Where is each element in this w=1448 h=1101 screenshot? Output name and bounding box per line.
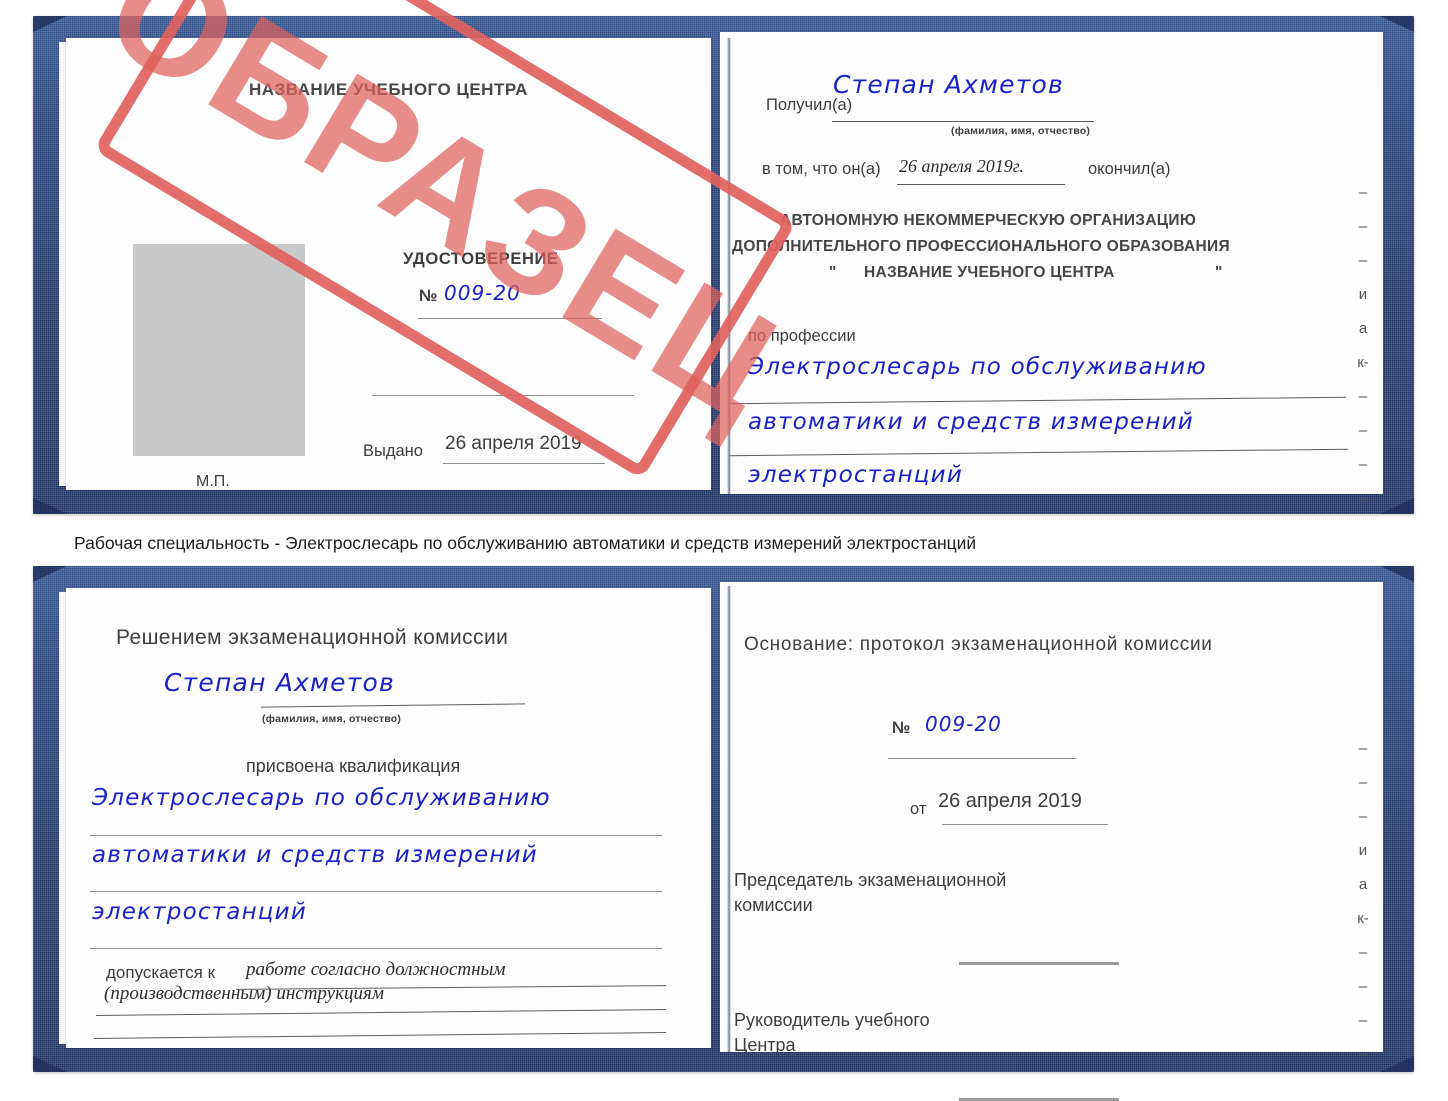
profession-line-1: Электрослесарь по обслуживанию	[748, 354, 1207, 380]
cover-fold-top-left	[33, 16, 67, 32]
cover-fold-top-left	[33, 566, 67, 582]
protocol-date-value: 26 апреля 2019	[938, 790, 1082, 812]
protocol-date-label: от	[910, 800, 927, 818]
page-edge-marks: – – – и а к- – – – –	[1357, 740, 1369, 1063]
finish-date-rule	[897, 184, 1065, 186]
recipient-name-value: Степан Ахметов	[164, 668, 395, 697]
profession-line-2: автоматики и средств измерений	[748, 409, 1194, 435]
certificate-number-value: 009-20	[444, 281, 521, 305]
name-hint-label: (фамилия, имя, отчество)	[951, 125, 1091, 137]
top-certificate-left-page: НАЗВАНИЕ УЧЕБНОГО ЦЕНТРА УДОСТОВЕРЕНИЕ №…	[66, 38, 711, 490]
seal-label: М.П.	[196, 473, 230, 490]
allowed-rule-3	[94, 1032, 666, 1040]
profession-line-3: электростанций	[748, 462, 963, 488]
top-certificate-right-page: Получил(а) Степан Ахметов (фамилия, имя,…	[720, 32, 1383, 507]
book-spine	[727, 38, 731, 494]
protocol-date-rule	[942, 824, 1108, 826]
qualification-rule-1	[90, 835, 662, 837]
qualification-rule-2	[90, 891, 662, 893]
protocol-number-value: 009-20	[925, 712, 1002, 736]
issued-label: Выдано	[363, 442, 423, 460]
cover-fold-bottom-left	[33, 1056, 67, 1072]
allowed-rule-2	[96, 1009, 666, 1017]
org-quote-close: "	[1215, 264, 1223, 281]
name-hint-label: (фамилия, имя, отчество)	[262, 713, 402, 725]
org-name-line-1: АВТОНОМНУЮ НЕКОММЕРЧЕСКУЮ ОРГАНИЗАЦИЮ	[780, 212, 1197, 229]
certificate-bottom: Решением экзаменационной комиссии Степан…	[33, 566, 1414, 1101]
chairman-title-line-1: Председатель экзаменационной	[734, 870, 1007, 890]
finish-date-value: 26 апреля 2019г.	[899, 156, 1025, 176]
qualification-rule-3	[90, 948, 662, 950]
cover-fold-bottom-right	[1380, 1056, 1414, 1072]
recipient-name-rule	[832, 121, 1094, 123]
image-caption: Рабочая специальность - Электрослесарь п…	[74, 533, 977, 553]
qualification-line-1: Электрослесарь по обслуживанию	[92, 785, 551, 811]
head-title-line-2: Центра	[734, 1035, 796, 1055]
photo-placeholder	[133, 244, 305, 456]
org-quote-open: "	[829, 264, 837, 281]
bottom-certificate-right-page: Основание: протокол экзаменационной коми…	[720, 582, 1383, 1101]
document-type-heading: УДОСТОВЕРЕНИЕ	[403, 250, 559, 268]
book-spine	[727, 586, 731, 1052]
certificate-top: НАЗВАНИЕ УЧЕБНОГО ЦЕНТРА УДОСТОВЕРЕНИЕ №…	[33, 0, 1414, 514]
bottom-certificate-left-page: Решением экзаменационной комиссии Степан…	[66, 588, 711, 1048]
basis-label: Основание: протокол экзаменационной коми…	[744, 634, 1213, 655]
profession-rule-1	[730, 396, 1346, 405]
issued-rule	[443, 463, 605, 465]
org-title-heading: НАЗВАНИЕ УЧЕБНОГО ЦЕНТРА	[249, 80, 528, 99]
recipient-name-rule	[261, 703, 525, 708]
profession-rule-2	[728, 448, 1348, 457]
allowed-label: допускается к	[106, 963, 216, 982]
allowed-value-line-1: работе согласно должностным	[246, 959, 506, 980]
cover-fold-bottom-left	[33, 498, 67, 514]
qualification-line-3: электростанций	[92, 899, 307, 925]
graduated-label: окончил(а)	[1088, 160, 1171, 178]
allowed-value-line-2: (производственным) инструкциям	[104, 983, 384, 1004]
qualification-label: присвоена квалификация	[246, 756, 461, 776]
cover-fold-bottom-right	[1380, 498, 1414, 514]
protocol-number-rule	[888, 758, 1076, 760]
number-label: №	[419, 287, 438, 305]
recipient-name-value: Степан Ахметов	[833, 70, 1064, 99]
org-name-line-2: ДОПОЛНИТЕЛЬНОГО ПРОФЕССИОНАЛЬНОГО ОБРАЗО…	[732, 238, 1230, 255]
protocol-number-label: №	[892, 719, 911, 737]
cover-fold-top-right	[1380, 16, 1414, 32]
number-rule	[418, 318, 602, 320]
blank-rule-1	[372, 395, 634, 397]
chairman-signature-rule	[959, 962, 1119, 965]
chairman-title-line-2: комиссии	[734, 895, 813, 915]
profession-label: по профессии	[748, 327, 856, 345]
qualification-line-2: автоматики и средств измерений	[92, 842, 538, 868]
decision-title: Решением экзаменационной комиссии	[116, 626, 509, 649]
page-edge-marks: – – – и а к- – – – –	[1357, 184, 1369, 507]
that-he-label: в том, что он(а)	[762, 160, 881, 178]
issued-date-value: 26 апреля 2019	[445, 433, 582, 454]
org-name-line-3: НАЗВАНИЕ УЧЕБНОГО ЦЕНТРА	[864, 264, 1115, 281]
cover-fold-top-right	[1380, 566, 1414, 582]
head-title-line-1: Руководитель учебного	[734, 1010, 930, 1030]
